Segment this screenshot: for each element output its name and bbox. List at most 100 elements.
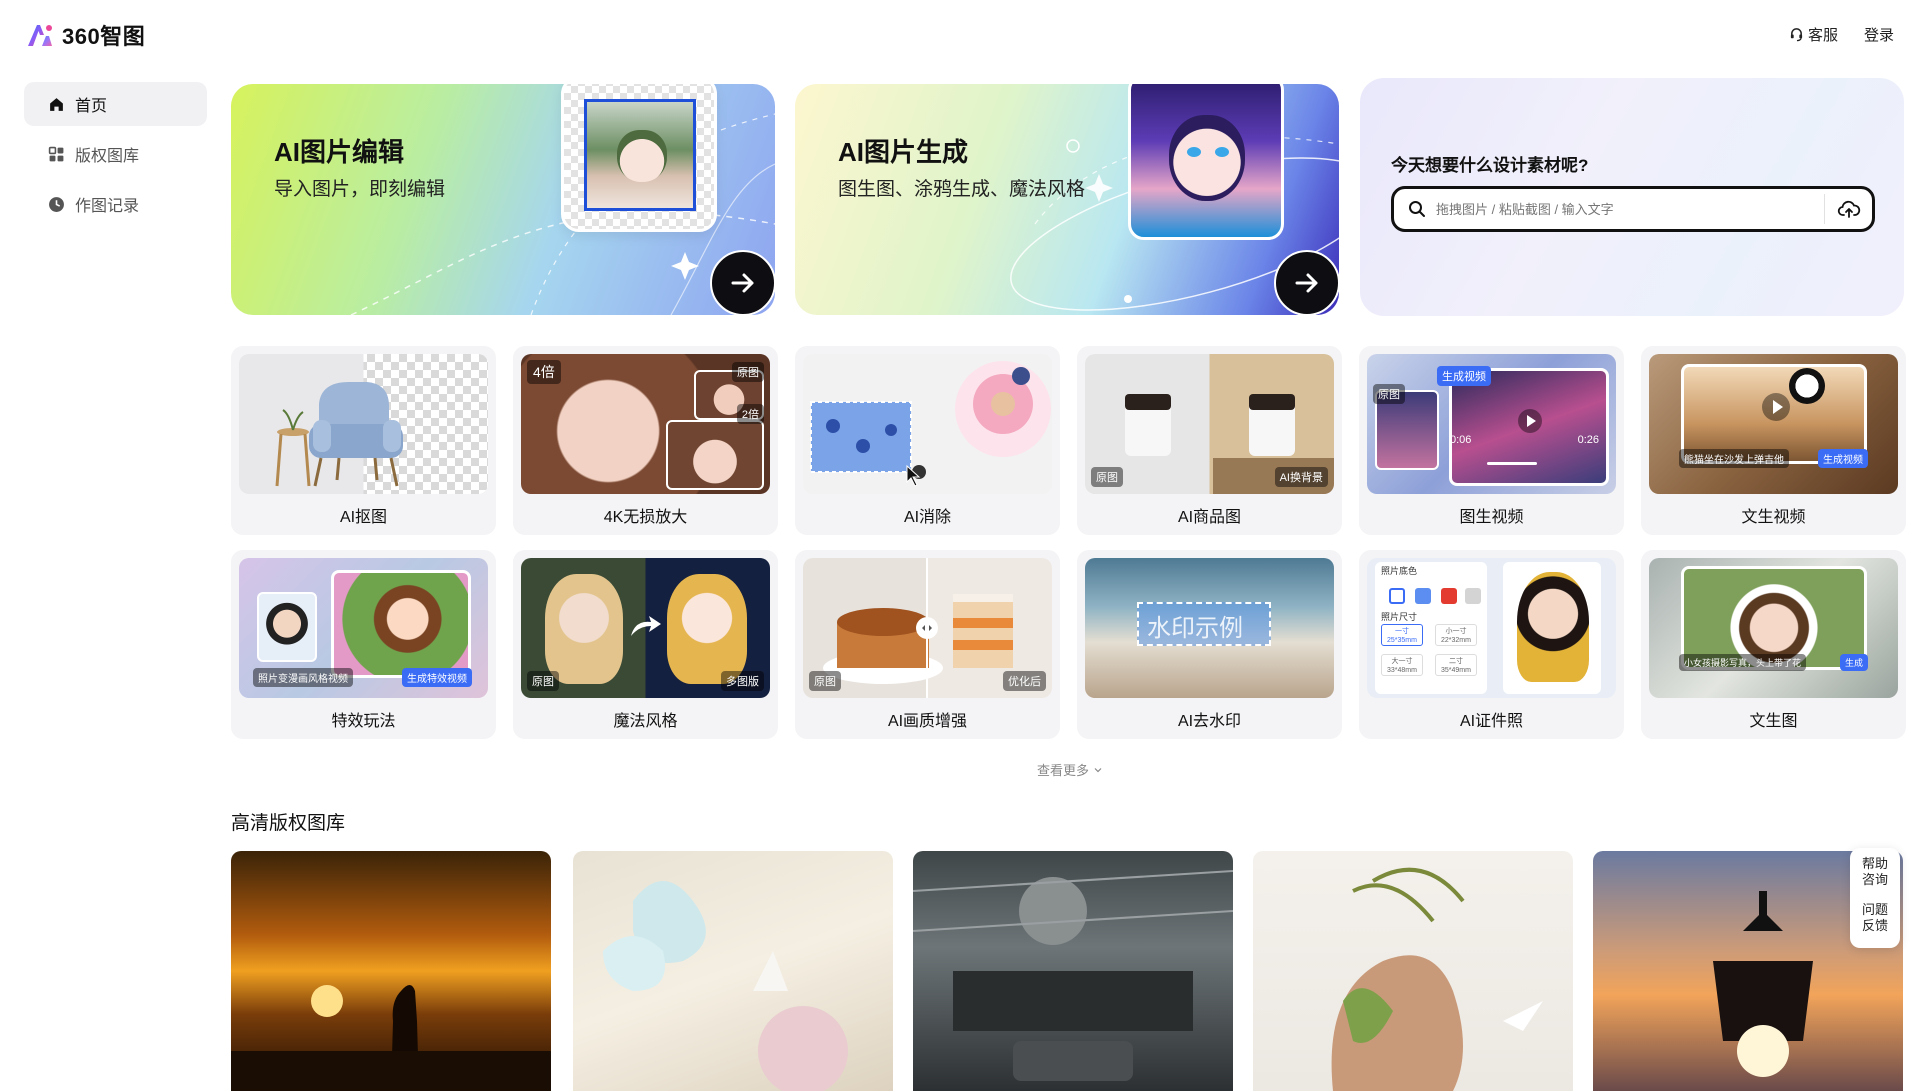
tool-tag: 生成 [1839, 654, 1868, 671]
search-input[interactable] [1436, 189, 1814, 229]
see-more-link[interactable]: 查看更多 [1037, 760, 1103, 779]
tool-tag: AI换背景 [1274, 467, 1328, 487]
sidebar: 首页 版权图库 作图记录 [24, 82, 207, 232]
id-size-option: 二寸 35*49mm [1435, 654, 1477, 676]
gallery-image-nature-woman[interactable] [1253, 851, 1573, 1091]
banner-arrow-button[interactable] [1274, 250, 1339, 315]
search-box[interactable] [1391, 186, 1875, 232]
logo-text: 360智图 [62, 24, 146, 49]
tool-tag: 生成视频 [1818, 449, 1868, 468]
tool-card-text-to-image[interactable]: 小女孩摄影写真，头上带了花 生成 文生图 [1641, 550, 1906, 739]
tool-tag: 原图 [732, 362, 764, 382]
tool-label: 文生视频 [1741, 509, 1806, 526]
tool-tag: 生成特效视频 [402, 668, 472, 687]
tool-card-effects[interactable]: 照片变漫画风格视频 生成特效视频 特效玩法 [231, 550, 496, 739]
tool-card-enhance[interactable]: 原图 优化后 AI画质增强 [795, 550, 1060, 739]
tool-label: AI抠图 [339, 509, 388, 526]
home-icon [50, 97, 63, 111]
tool-tag: 照片变漫画风格视频 [253, 668, 353, 687]
tool-thumbnail [239, 354, 488, 494]
banner-title: AI图片生成 [838, 137, 969, 167]
tool-tag: 优化后 [1003, 671, 1046, 691]
tool-label: AI去水印 [1177, 713, 1242, 730]
id-photo-size-label: 照片尺寸 [1381, 612, 1418, 622]
sidebar-item-gallery[interactable]: 版权图库 [24, 132, 207, 176]
tool-thumbnail [1367, 354, 1616, 494]
see-more-label: 查看更多 [1037, 763, 1090, 778]
header-actions: 客服 登录 [1789, 24, 1894, 45]
tool-card-image-to-video[interactable]: 原图 生成视频 0:06 0:26 图生视频 [1359, 346, 1624, 535]
login-link[interactable]: 登录 [1864, 24, 1894, 45]
gallery-image-steampunk[interactable] [913, 851, 1233, 1091]
sidebar-item-label: 首页 [75, 98, 108, 115]
tool-card-cutout[interactable]: AI抠图 [231, 346, 496, 535]
sidebar-item-label: 版权图库 [75, 148, 140, 165]
tool-card-id-photo[interactable]: 照片底色 照片尺寸 一寸 25*35mm 小一寸 22*32mm 大一寸 33*48m… [1359, 550, 1624, 739]
tool-tag: 2倍 [736, 404, 764, 424]
sidebar-item-home[interactable]: 首页 [24, 82, 207, 126]
tool-tag: 原图 [1373, 384, 1405, 404]
tool-card-text-to-video[interactable]: 熊猫坐在沙发上弹吉他 生成视频 文生视频 [1641, 346, 1906, 535]
banner-ai-generate[interactable]: AI图片生成 图生图、涂鸦生成、魔法风格 [795, 84, 1339, 315]
sidebar-item-label: 作图记录 [75, 198, 140, 215]
portrait-eye [1215, 147, 1229, 157]
search-panel-title: 今天想要什么设计素材呢? [1391, 156, 1589, 175]
help-float-panel: 帮助咨询 问题反馈 [1850, 848, 1900, 948]
gallery-image-seashell[interactable] [573, 851, 893, 1091]
tool-tag: 原图 [527, 671, 559, 691]
portrait-face [617, 130, 667, 182]
tool-card-watermark[interactable]: 水印示例 AI去水印 [1077, 550, 1342, 739]
grid-icon [48, 146, 64, 161]
armchair-illustration [275, 382, 403, 487]
feedback-button[interactable]: 问题反馈 [1860, 902, 1890, 934]
id-photo-bg-label: 照片底色 [1381, 566, 1418, 576]
erase-illustration [810, 361, 1051, 487]
banner-arrow-button[interactable] [710, 250, 775, 315]
tool-card-product[interactable]: 原图 AI换背景 AI商品图 [1077, 346, 1342, 535]
arrow-right-icon [1295, 273, 1318, 293]
tool-card-erase[interactable]: AI消除 [795, 346, 1060, 535]
tool-label: 特效玩法 [331, 713, 396, 730]
video-time-end: 0:26 [1577, 434, 1599, 446]
tool-card-magic-style[interactable]: 原图 多图版 魔法风格 [513, 550, 778, 739]
banner-sample-image [1128, 84, 1284, 240]
clock-icon [49, 196, 64, 212]
tool-card-upscale[interactable]: 4倍 原图 2倍 4K无损放大 [513, 346, 778, 535]
tool-label: 4K无损放大 [603, 509, 688, 526]
tool-label: AI商品图 [1177, 509, 1242, 526]
watermark-sample-text: 水印示例 [1147, 615, 1243, 642]
arrow-right-icon [731, 273, 754, 293]
tool-thumbnail [1649, 354, 1898, 494]
cloud-upload-icon [1837, 200, 1860, 218]
customer-service-link[interactable]: 客服 [1789, 24, 1838, 45]
tool-label: 文生图 [1749, 713, 1798, 730]
gallery-image-sunset[interactable] [231, 851, 551, 1091]
banner-subtitle: 图生图、涂鸦生成、魔法风格 [838, 179, 1086, 200]
video-time-start: 0:06 [1450, 434, 1472, 446]
tool-tag: 生成视频 [1437, 366, 1491, 386]
tool-label: AI画质增强 [887, 713, 968, 730]
help-consult-button[interactable]: 帮助咨询 [1860, 856, 1890, 888]
tool-tag: 小女孩摄影写真，头上带了花 [1679, 654, 1807, 671]
upload-button[interactable] [1824, 194, 1872, 224]
tool-tag: 原图 [1091, 467, 1123, 487]
logo[interactable]: 360智图 [26, 22, 146, 49]
sidebar-item-history[interactable]: 作图记录 [24, 182, 207, 226]
tool-tag: 4倍 [527, 360, 561, 384]
banner-title: AI图片编辑 [274, 137, 405, 167]
banner-ai-edit[interactable]: AI图片编辑 导入图片，即刻编辑 [231, 84, 775, 315]
tool-label: AI证件照 [1459, 713, 1524, 730]
play-icon [1518, 409, 1542, 433]
tool-tag: 熊猫坐在沙发上弹吉他 [1679, 449, 1789, 468]
banner-subtitle: 导入图片，即刻编辑 [274, 179, 446, 200]
id-size-option: 小一寸 22*32mm [1435, 624, 1477, 646]
id-size-option: 大一寸 33*48mm [1381, 654, 1423, 676]
tool-label: 图生视频 [1459, 509, 1524, 526]
tool-thumbnail [1649, 558, 1898, 698]
portrait-eye [1187, 147, 1201, 157]
tool-label: 魔法风格 [613, 713, 678, 730]
tool-thumbnail [803, 354, 1052, 494]
banner-sample-image [561, 84, 717, 232]
gallery-photo [1331, 867, 1543, 1091]
sample-portrait [584, 99, 696, 211]
